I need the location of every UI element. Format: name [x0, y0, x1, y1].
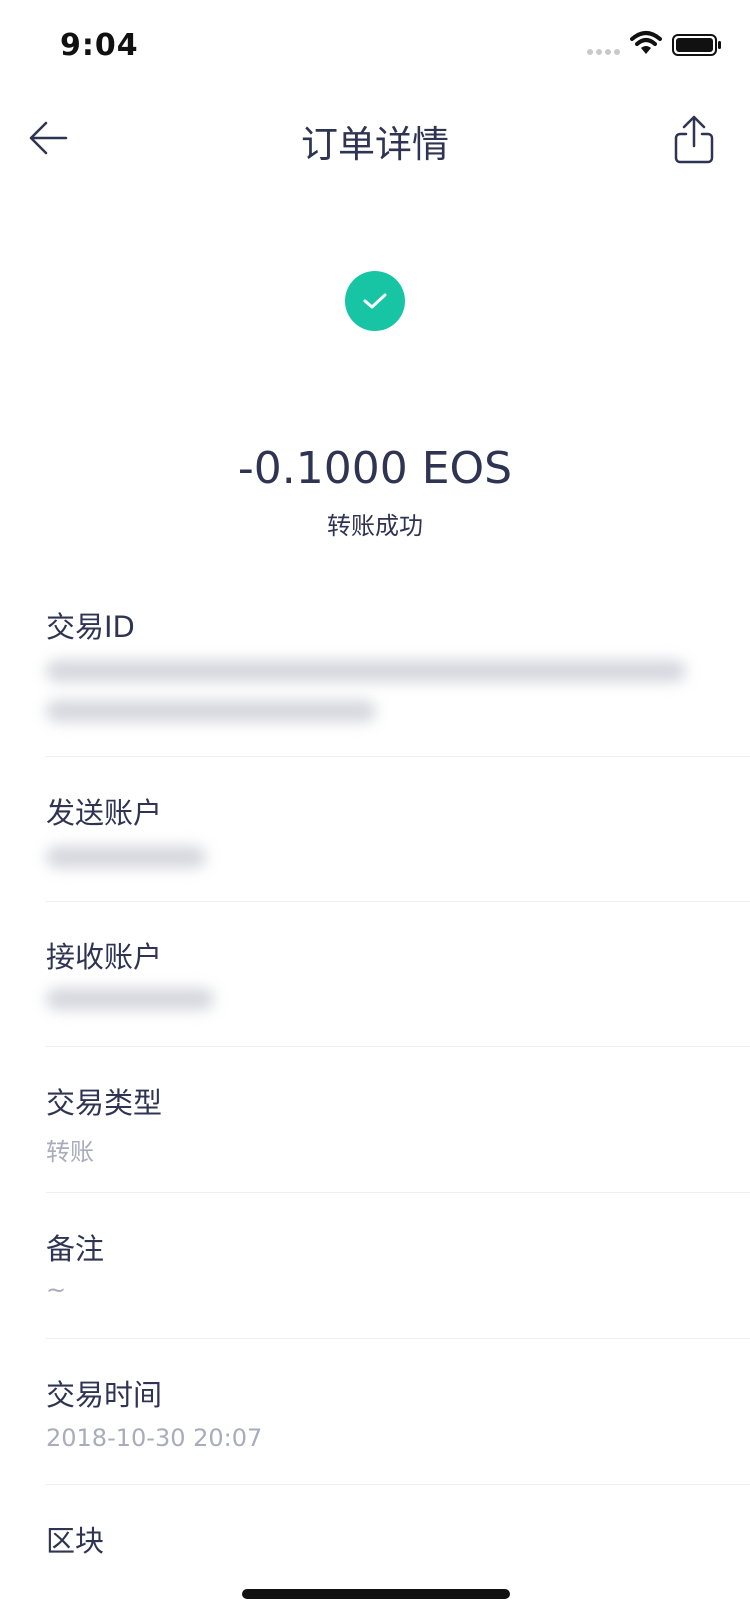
tx-id-value-redacted-line2 — [46, 700, 376, 722]
cellular-signal-icon — [587, 49, 620, 55]
share-icon — [674, 115, 714, 164]
detail-row-type: 交易类型 转账 — [46, 1080, 750, 1193]
memo-label: 备注 — [46, 1232, 105, 1266]
tx-id-label: 交易ID — [46, 610, 135, 644]
success-check-icon — [345, 271, 405, 331]
sender-value-redacted — [46, 846, 206, 868]
navigation-bar: 订单详情 — [0, 92, 750, 188]
receiver-value-redacted — [46, 988, 214, 1010]
status-bar: 9:04 — [0, 0, 750, 92]
tx-id-value-redacted — [46, 660, 686, 682]
detail-row-receiver: 接收账户 — [46, 934, 750, 1047]
time-value: 2018-10-30 20:07 — [46, 1424, 263, 1452]
type-label: 交易类型 — [46, 1086, 163, 1120]
battery-icon — [672, 34, 721, 56]
detail-row-time: 交易时间 2018-10-30 20:07 — [46, 1372, 750, 1485]
transaction-status: 转账成功 — [327, 512, 423, 540]
type-value: 转账 — [46, 1138, 94, 1166]
time-label: 交易时间 — [46, 1378, 163, 1412]
detail-row-tx-id: 交易ID — [46, 604, 750, 757]
transaction-amount: -0.1000 EOS — [237, 443, 513, 494]
block-label: 区块 — [46, 1524, 105, 1558]
page-title: 订单详情 — [301, 123, 449, 166]
wifi-icon — [630, 31, 662, 54]
sender-label: 发送账户 — [46, 796, 163, 830]
detail-row-block: 区块 — [46, 1518, 750, 1598]
home-indicator[interactable] — [242, 1589, 510, 1599]
check-icon — [363, 293, 387, 309]
share-button[interactable] — [664, 106, 724, 172]
memo-value: ~ — [46, 1276, 67, 1304]
receiver-label: 接收账户 — [46, 940, 163, 974]
status-time: 9:04 — [60, 28, 139, 63]
detail-row-sender: 发送账户 — [46, 790, 750, 902]
detail-row-memo: 备注 ~ — [46, 1226, 750, 1339]
